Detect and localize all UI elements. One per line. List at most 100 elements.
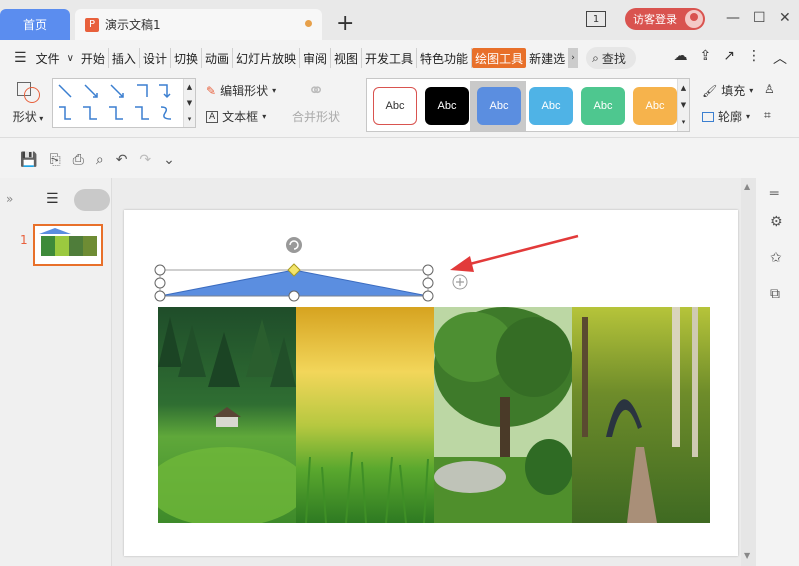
fill-label: 填充: [721, 84, 746, 98]
tree-pond-photo[interactable]: [434, 307, 572, 523]
chevron-down-icon[interactable]: ∨: [67, 53, 74, 64]
ribbon-toolbar: 形状 ▾ ▲ ▼ ▾ ✎ 编辑形状 ▾ A 文本框 ▾ ⚭ 合并形状 Abc A…: [0, 74, 799, 138]
fill-button[interactable]: 🖌 填充 ▾: [702, 82, 753, 99]
menu-item-transition[interactable]: 切换: [171, 48, 202, 68]
undo-icon[interactable]: ↶: [116, 152, 128, 168]
line-shapes: [58, 84, 172, 120]
text-box-icon: A: [206, 110, 219, 123]
print-preview-icon[interactable]: ⌕: [96, 152, 104, 168]
menu-icon[interactable]: ☰: [14, 50, 27, 66]
settings-icon[interactable]: ⚙: [770, 214, 783, 230]
tab-document[interactable]: P 演示文稿1: [75, 9, 322, 40]
expand-icon[interactable]: »: [6, 192, 13, 206]
menu-file[interactable]: 文件: [33, 48, 63, 68]
red-arrow-annotation: [450, 234, 579, 272]
unsaved-indicator: [305, 20, 312, 27]
style-black[interactable]: Abc: [425, 87, 469, 125]
collapse-panel-icon[interactable]: ═: [770, 186, 778, 202]
style-blue[interactable]: Abc: [477, 87, 521, 125]
menu-item-view[interactable]: 视图: [331, 48, 363, 68]
menu-item-slideshow[interactable]: 幻灯片放映: [233, 48, 300, 68]
close-icon[interactable]: ✕: [779, 10, 791, 26]
menu-item-animation[interactable]: 动画: [202, 48, 233, 68]
menu-item-review[interactable]: 审阅: [300, 48, 332, 68]
style-green[interactable]: Abc: [581, 87, 625, 125]
search-button[interactable]: ⌕ 查找: [586, 47, 637, 69]
vertical-scrollbar[interactable]: ▲ ▼: [741, 178, 756, 566]
slide-panel: » ☰ 1: [0, 178, 112, 566]
merge-shape-label: 合并形状: [292, 110, 341, 124]
menu-item-developer[interactable]: 开发工具: [362, 48, 418, 68]
cloud-icon[interactable]: ☁: [674, 48, 688, 68]
outline-icon: [702, 111, 714, 122]
shape-style-gallery[interactable]: Abc Abc Abc Abc Abc Abc ▲ ▼ ▾: [366, 78, 690, 132]
effect-button[interactable]: ♙: [764, 82, 775, 96]
slide-canvas: [112, 178, 756, 566]
redo-icon[interactable]: ↷: [139, 152, 151, 168]
menu-item-design[interactable]: 设计: [140, 48, 171, 68]
customize-icon[interactable]: ⌄: [163, 152, 175, 168]
login-button[interactable]: 访客登录: [625, 8, 705, 30]
avatar: [685, 10, 703, 28]
minimize-icon[interactable]: —: [726, 10, 740, 26]
menu-item-features[interactable]: 特色功能: [417, 48, 473, 68]
window-count-badge[interactable]: 1: [586, 11, 606, 27]
text-box-label: 文本框: [222, 110, 259, 124]
tab-home[interactable]: 首页: [0, 9, 70, 40]
triangle-shape[interactable]: [150, 230, 470, 330]
share-icon[interactable]: ⇪: [700, 48, 712, 68]
fill-icon: 🖌: [702, 83, 718, 98]
style-orange[interactable]: Abc: [633, 87, 677, 125]
forest-path-photo[interactable]: [572, 307, 710, 523]
transition-icon[interactable]: ⧉: [770, 286, 780, 302]
title-bar: 首页 P 演示文稿1 + 1 访客登录 — ☐ ✕: [0, 0, 799, 40]
grass-closeup-photo[interactable]: [296, 307, 434, 523]
edit-shape-label: 编辑形状: [220, 84, 269, 98]
merge-shape-icon: ⚭: [307, 78, 325, 102]
quick-access-toolbar: 💾 ⎘ ⎙ ⌕ ↶ ↷ ⌄: [0, 146, 799, 174]
style-lightblue[interactable]: Abc: [529, 87, 573, 125]
ribbon-tabs: ☰ 文件 ∨ 开始 插入 设计 切换 动画 幻灯片放映 审阅 视图 开发工具 特…: [0, 44, 799, 72]
export-icon[interactable]: ↗: [723, 48, 735, 68]
presentation-icon: P: [85, 17, 99, 32]
line-shape-gallery[interactable]: ▲ ▼ ▾: [52, 78, 196, 128]
slide[interactable]: [124, 210, 738, 556]
edit-shape-icon: ✎: [206, 83, 217, 98]
new-tab-button[interactable]: +: [336, 12, 354, 36]
animation-icon[interactable]: ✩: [770, 250, 782, 266]
collapse-icon[interactable]: ︿: [773, 48, 787, 68]
save-icon[interactable]: 💾: [20, 152, 37, 168]
menu-item-insert[interactable]: 插入: [109, 48, 140, 68]
format-button[interactable]: ⌗: [764, 108, 771, 123]
text-box-button[interactable]: A 文本框 ▾: [206, 108, 266, 125]
shape-button[interactable]: 形状 ▾: [10, 80, 46, 125]
outline-label: 轮廓: [718, 110, 743, 124]
thumbnail-preview: [39, 228, 97, 256]
style-outline-red[interactable]: Abc: [373, 87, 417, 125]
edit-shape-button[interactable]: ✎ 编辑形状 ▾: [206, 82, 276, 99]
style-gallery-scroll[interactable]: ▲ ▼ ▾: [677, 79, 689, 131]
slide-view-toggle[interactable]: [74, 189, 110, 211]
effect-icon: ♙: [764, 82, 775, 96]
search-label: 查找: [601, 51, 626, 66]
shape-icon: [17, 80, 40, 103]
gallery-scroll[interactable]: ▲ ▼ ▾: [183, 79, 195, 127]
outline-view-icon[interactable]: ☰: [46, 191, 59, 207]
maximize-icon[interactable]: ☐: [753, 10, 766, 26]
shape-label: 形状: [12, 110, 37, 124]
menu-item-drawing-tools[interactable]: 绘图工具: [472, 48, 527, 68]
document-title: 演示文稿1: [105, 18, 161, 32]
login-label: 访客登录: [633, 13, 677, 26]
chevron-right-icon[interactable]: ›: [568, 48, 579, 68]
right-tool-panel: ═ ⚙ ✩ ⧉: [756, 178, 799, 566]
merge-shape-button[interactable]: ⚭ 合并形状: [292, 78, 340, 125]
menu-item-new-tab[interactable]: 新建选: [526, 48, 568, 68]
menu-item-start[interactable]: 开始: [78, 48, 109, 68]
outline-button[interactable]: 轮廓 ▾: [702, 108, 750, 125]
search-icon: ⌕: [592, 50, 599, 65]
format-painter-icon[interactable]: ⎘: [49, 152, 60, 168]
forest-hill-photo[interactable]: [158, 307, 296, 523]
slide-thumbnail[interactable]: [33, 224, 103, 266]
print-icon[interactable]: ⎙: [73, 152, 84, 168]
more-icon[interactable]: ⋮: [747, 48, 761, 68]
